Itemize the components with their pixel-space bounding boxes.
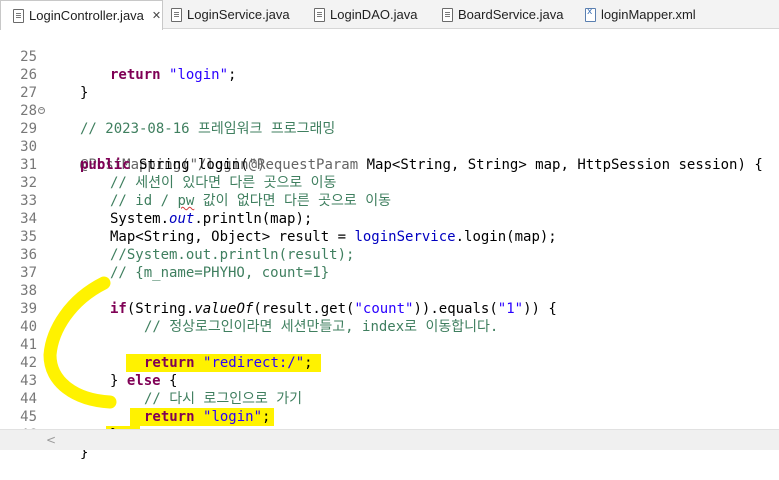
code-line: 46 } — [0, 408, 779, 461]
code-line: 34 Map<String, Object> result = loginSer… — [0, 192, 779, 245]
tab-boardservice[interactable]: BoardService.java — [442, 0, 572, 29]
code-line: 42 } else { — [0, 336, 779, 389]
tab-logincontroller[interactable]: LoginController.java ✕ — [0, 0, 163, 30]
code-editor[interactable]: 25 return "login"; 26 } 27 28 // 2023-08… — [0, 29, 779, 461]
code-line: 30 public String login(@RequestParam Map… — [0, 120, 779, 173]
java-file-icon — [171, 7, 182, 22]
code-line: 40 — [0, 300, 779, 335]
editor-tab-bar: LoginController.java ✕ LoginService.java… — [0, 0, 779, 30]
code-line: 38 if(String.valueOf(result.get("count")… — [0, 264, 779, 317]
code-line: 45 } — [0, 390, 779, 444]
code-line: 33 System.out.println(map); — [0, 174, 779, 227]
code-line: 37 — [0, 246, 779, 281]
xml-file-icon — [585, 7, 596, 22]
code-line: 43 // 다시 로그인으로 가기 — [0, 354, 779, 407]
code-line: 32 // id / pw 값이 없다면 다른 곳으로 이동 — [0, 156, 779, 209]
code-line: 25 return "login"; — [0, 30, 779, 83]
scroll-left-icon[interactable]: < — [46, 433, 56, 447]
code-line: 36 // {m_name=PHYHO, count=1} — [0, 228, 779, 281]
code-line: 29 − @PostMapping("/login") — [0, 102, 779, 174]
code-line: 41 return "redirect:/"; — [0, 318, 779, 372]
tab-loginmapper[interactable]: loginMapper.xml — [585, 0, 715, 29]
tab-label: LoginController.java — [29, 8, 144, 23]
code-line: 31 // 세션이 있다면 다른 곳으로 이동 — [0, 138, 779, 191]
fold-toggle-icon[interactable]: − — [38, 107, 45, 114]
tab-label: LoginDAO.java — [330, 7, 418, 22]
java-file-icon — [442, 7, 453, 22]
code-line: 27 — [0, 66, 779, 101]
code-line: 44 return "login"; — [0, 372, 779, 426]
code-line: 26 } — [0, 48, 779, 101]
horizontal-scrollbar[interactable]: < — [0, 429, 779, 450]
java-file-icon — [314, 7, 325, 22]
close-icon[interactable]: ✕ — [152, 9, 161, 22]
java-file-icon — [13, 8, 24, 23]
tab-label: BoardService.java — [458, 7, 564, 22]
tab-logindao[interactable]: LoginDAO.java — [314, 0, 434, 29]
code-line: 39 // 정상로그인이라면 세션만들고, index로 이동합니다. — [0, 282, 779, 335]
tab-loginservice[interactable]: LoginService.java — [171, 0, 306, 29]
tab-label: LoginService.java — [187, 7, 290, 22]
code-line: 28 // 2023-08-16 프레임워크 프로그래밍 — [0, 84, 779, 137]
tab-label: loginMapper.xml — [601, 7, 696, 22]
code-line: 35 //System.out.println(result); — [0, 210, 779, 263]
